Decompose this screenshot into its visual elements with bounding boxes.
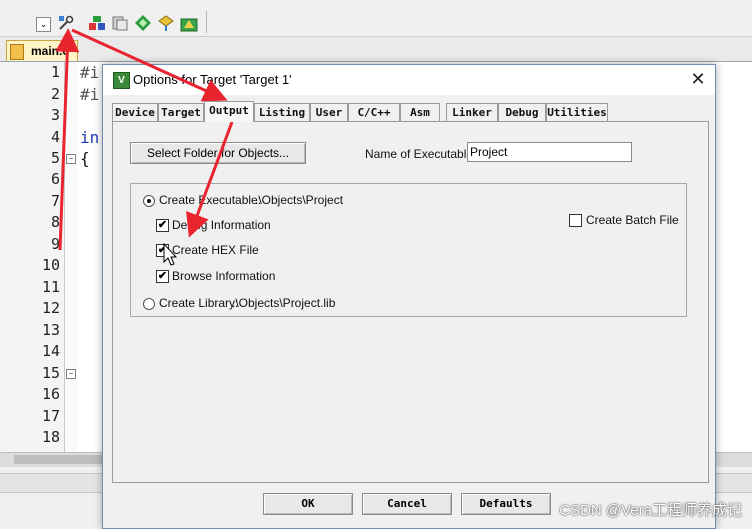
tab-user[interactable]: User <box>310 103 348 121</box>
line-number: 4 <box>50 128 60 146</box>
tab-c-cpp[interactable]: C/C++ <box>348 103 400 121</box>
csdn-watermark: CSDN @Vera工程师养成记 <box>559 502 742 519</box>
debug-information-checkbox[interactable]: ✔ <box>156 219 169 232</box>
code-line: #i <box>80 85 100 104</box>
options-for-target-dialog: V Options for Target 'Target 1' ✕ Device… <box>102 64 716 529</box>
code-line: in <box>80 128 100 147</box>
file-extensions-icon[interactable] <box>111 14 129 32</box>
line-number: 8 <box>50 213 60 231</box>
create-executable-path: .\Objects\Project <box>255 193 344 207</box>
create-hex-file-label: Create HEX File <box>172 243 259 257</box>
tab-linker[interactable]: Linker <box>446 103 498 121</box>
line-number: 16 <box>41 385 60 403</box>
run-time-environment-icon[interactable] <box>180 14 198 32</box>
code-line: { <box>80 149 90 168</box>
tab-debug[interactable]: Debug <box>498 103 546 121</box>
create-executable-label: Create Executable: <box>159 193 262 207</box>
line-number: 14 <box>41 342 60 360</box>
line-number: 12 <box>41 299 60 317</box>
pack-installer-icon[interactable] <box>157 14 175 32</box>
name-of-executable-label: Name of Executable: <box>365 147 477 161</box>
tab-listing[interactable]: Listing <box>254 103 310 121</box>
editor-tab-label: main.c <box>31 44 70 58</box>
tab-output[interactable]: Output <box>204 101 254 122</box>
browse-information-label: Browse Information <box>172 269 276 283</box>
dialog-titlebar[interactable]: V Options for Target 'Target 1' ✕ <box>103 65 715 95</box>
line-number: 18 <box>41 428 60 446</box>
tab-asm[interactable]: Asm <box>400 103 440 121</box>
select-software-packs-icon[interactable] <box>134 14 152 32</box>
fold-margin <box>64 62 77 452</box>
defaults-button[interactable]: Defaults <box>461 493 551 515</box>
line-number: 1 <box>50 63 60 81</box>
select-folder-for-objects-button[interactable]: Select Folder for Objects... <box>130 142 306 164</box>
create-batch-file-checkbox[interactable] <box>569 214 582 227</box>
manage-components-icon[interactable] <box>88 14 106 32</box>
browse-information-checkbox[interactable]: ✔ <box>156 270 169 283</box>
create-batch-file-label: Create Batch File <box>586 213 679 227</box>
toolbar-group: ⌄ <box>0 11 207 33</box>
editor-tab-strip: main.c <box>0 37 752 62</box>
fold-toggle-icon[interactable]: − <box>66 154 76 164</box>
tab-utilities[interactable]: Utilities <box>546 103 608 121</box>
dialog-title: Options for Target 'Target 1' <box>133 72 292 87</box>
editor-tab-main-c[interactable]: main.c <box>6 40 78 61</box>
close-icon[interactable]: ✕ <box>688 69 708 89</box>
tab-device[interactable]: Device <box>112 103 158 121</box>
code-line: #i <box>80 63 100 82</box>
debug-information-label: Debug Information <box>172 218 271 232</box>
line-number: 15 <box>41 364 60 382</box>
line-number: 17 <box>41 407 60 425</box>
c-file-icon <box>10 44 24 60</box>
output-tab-panel: Select Folder for Objects... Name of Exe… <box>112 121 709 483</box>
line-number: 7 <box>50 192 60 210</box>
line-number-gutter: 1 2 3 4 5 6 7 8 9 10 11 12 13 14 15 16 1… <box>0 62 64 452</box>
tab-target[interactable]: Target <box>158 103 204 121</box>
fold-toggle-icon[interactable]: − <box>66 369 76 379</box>
line-number: 3 <box>50 106 60 124</box>
line-number: 5 <box>50 149 60 167</box>
create-library-radio[interactable] <box>143 298 155 310</box>
cancel-button[interactable]: Cancel <box>362 493 452 515</box>
name-of-executable-field[interactable]: Project <box>467 142 632 162</box>
line-number: 9 <box>50 235 60 253</box>
line-number: 10 <box>41 256 60 274</box>
line-number: 11 <box>41 278 60 296</box>
build-toolbar: ⌄ <box>0 9 752 37</box>
line-number: 13 <box>41 321 60 339</box>
create-library-path: .\Objects\Project.lib <box>232 296 336 310</box>
create-hex-file-checkbox[interactable]: ✔ <box>156 244 169 257</box>
create-library-label: Create Library: <box>159 296 239 310</box>
create-executable-radio[interactable] <box>143 195 155 207</box>
dropdown-icon[interactable]: ⌄ <box>36 17 51 32</box>
scrollbar-thumb[interactable] <box>14 455 104 464</box>
line-number: 2 <box>50 85 60 103</box>
ok-button[interactable]: OK <box>263 493 353 515</box>
target-options-icon[interactable] <box>57 14 75 32</box>
line-number: 6 <box>50 170 60 188</box>
keil-app-icon: V <box>113 72 130 89</box>
output-options-group: Create Executable: .\Objects\Project ✔ D… <box>130 183 687 317</box>
